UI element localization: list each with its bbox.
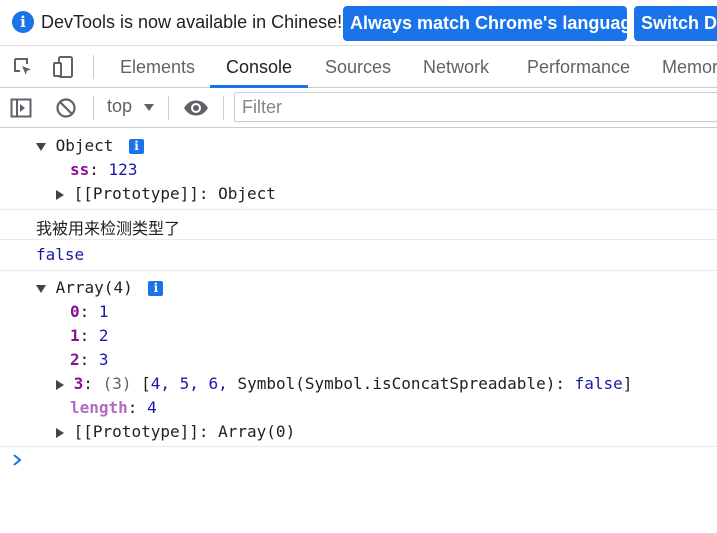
property-colon: : xyxy=(127,398,138,417)
length-value: 4 xyxy=(147,398,157,417)
nested-count: (3) xyxy=(102,374,132,393)
info-badge-icon[interactable]: i xyxy=(129,139,145,154)
message-divider xyxy=(0,270,717,271)
array-item: 2: 3 xyxy=(70,350,109,369)
prototype-label: [[Prototype]]: Object xyxy=(73,184,276,203)
collapse-triangle-icon[interactable] xyxy=(56,427,64,438)
property-colon: : xyxy=(83,374,93,393)
tab-network[interactable]: Network xyxy=(423,57,489,78)
property-colon: : xyxy=(79,350,90,369)
expand-triangle-icon[interactable] xyxy=(36,142,46,151)
filter-box xyxy=(234,92,717,122)
context-value: top xyxy=(107,96,133,116)
message-divider xyxy=(0,209,717,210)
tab-memory[interactable]: Memor xyxy=(662,57,717,78)
infobar-message: DevTools is now available in Chinese! xyxy=(41,12,343,32)
bracket-open: [ xyxy=(141,374,151,393)
console-prompt[interactable] xyxy=(12,453,702,475)
property-colon: : xyxy=(89,160,99,179)
tab-elements[interactable]: Elements xyxy=(120,57,195,78)
tab-console[interactable]: Console xyxy=(226,57,292,78)
toolbar-divider xyxy=(168,96,169,120)
array-entry-header[interactable]: Array(4) i xyxy=(36,278,164,297)
object-entry-header[interactable]: Object i xyxy=(36,136,145,155)
clear-console-icon[interactable] xyxy=(55,97,77,119)
filter-input[interactable] xyxy=(235,93,717,121)
message-divider xyxy=(0,446,717,447)
switch-language-button[interactable]: Switch De xyxy=(634,6,717,41)
toolbar-divider xyxy=(93,55,94,79)
nested-values: 4, 5, 6, xyxy=(150,374,228,393)
toolbar-divider xyxy=(93,96,94,120)
prompt-chevron-icon xyxy=(13,454,22,466)
array-index: 0 xyxy=(70,302,80,321)
length-key: length xyxy=(70,398,128,417)
message-divider xyxy=(0,239,717,240)
console-toolbar: top xyxy=(0,88,717,128)
expand-triangle-icon[interactable] xyxy=(36,284,46,293)
nested-boolean: false xyxy=(574,374,623,393)
property-value: 123 xyxy=(108,160,138,179)
show-sidebar-icon[interactable] xyxy=(10,97,32,119)
panel-tabbar: Elements Console Sources Network Perform… xyxy=(0,47,717,88)
array-label: Array(4) xyxy=(55,278,133,297)
collapse-triangle-icon[interactable] xyxy=(56,379,64,390)
property-key: ss xyxy=(70,160,90,179)
array-index: 2 xyxy=(70,350,80,369)
array-index: 3 xyxy=(73,374,84,393)
toolbar-divider xyxy=(223,96,224,120)
prototype-label: [[Prototype]]: Array(0) xyxy=(73,422,296,441)
object-label: Object xyxy=(55,136,114,155)
live-expression-eye-icon[interactable] xyxy=(183,97,209,119)
tab-performance[interactable]: Performance xyxy=(527,57,630,78)
property-colon: : xyxy=(79,326,90,345)
language-infobar: i DevTools is now available in Chinese! … xyxy=(0,0,717,46)
nested-array-item[interactable]: 3: (3) [4, 5, 6, Symbol(Symbol.isConcatS… xyxy=(56,374,632,393)
info-badge-icon[interactable]: i xyxy=(148,281,164,296)
array-prototype[interactable]: [[Prototype]]: Array(0) xyxy=(56,422,295,441)
log-message-boolean: false xyxy=(36,245,85,264)
array-value: 2 xyxy=(98,326,109,345)
array-value: 1 xyxy=(98,302,109,321)
array-item: 1: 2 xyxy=(70,326,109,345)
tab-sources[interactable]: Sources xyxy=(325,57,391,78)
inspect-element-icon[interactable] xyxy=(12,56,34,78)
always-match-language-button[interactable]: Always match Chrome's language xyxy=(343,6,627,41)
object-prototype[interactable]: [[Prototype]]: Object xyxy=(56,184,276,203)
array-length: length: 4 xyxy=(70,398,157,417)
context-selector[interactable]: top xyxy=(107,96,155,117)
array-value: 3 xyxy=(98,350,109,369)
info-icon: i xyxy=(12,11,34,33)
collapse-triangle-icon[interactable] xyxy=(56,189,64,200)
log-message-text: 我被用来检测类型了 xyxy=(36,221,181,238)
property-colon: : xyxy=(79,302,90,321)
device-toolbar-icon[interactable] xyxy=(52,56,74,78)
bracket-close: ] xyxy=(622,374,633,393)
array-item: 0: 1 xyxy=(70,302,109,321)
dropdown-arrow-icon xyxy=(144,104,155,112)
nested-symbol: Symbol(Symbol.isConcatSpreadable): xyxy=(237,374,565,393)
array-index: 1 xyxy=(70,326,80,345)
object-property: ss: 123 xyxy=(70,160,137,179)
